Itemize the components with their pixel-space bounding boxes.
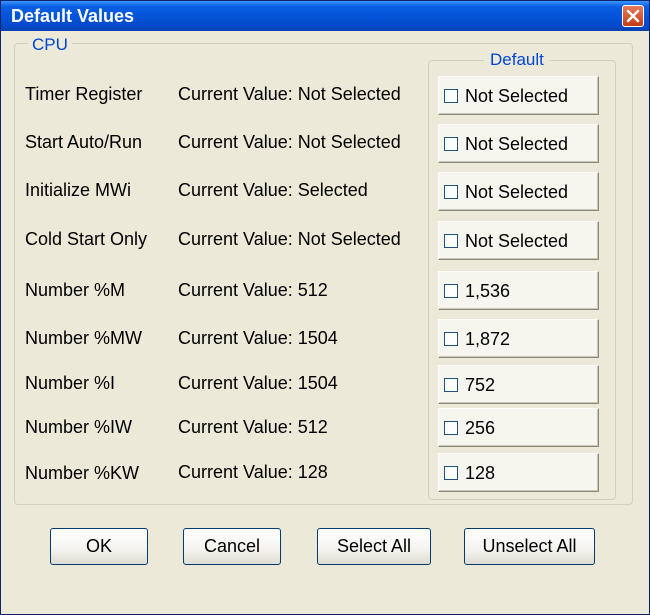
default-value: Not Selected: [465, 181, 569, 202]
default-value: 752: [465, 374, 496, 395]
row-label-timer-register: Timer Register: [25, 84, 143, 104]
cancel-button[interactable]: Cancel: [183, 528, 281, 565]
current-value-timer-register: Current Value: Not Selected: [178, 84, 401, 104]
checkbox-icon[interactable]: [444, 233, 458, 248]
row-label-number-iw: Number %IW: [25, 417, 133, 437]
current-value-number-i: Current Value: 1504: [178, 373, 338, 393]
current-value-number-m: Current Value: 512: [178, 280, 328, 300]
close-icon: [626, 9, 640, 23]
default-value: Not Selected: [465, 133, 569, 154]
default-toggle-number-mw[interactable]: 1,872: [438, 319, 599, 358]
default-toggle-number-m[interactable]: 1,536: [438, 271, 599, 310]
current-value-number-kw: Current Value: 128: [178, 462, 328, 482]
current-value-cold-start-only: Current Value: Not Selected: [178, 229, 401, 249]
default-value: 1,536: [465, 280, 511, 301]
default-toggle-cold-start-only[interactable]: Not Selected: [438, 221, 599, 260]
default-value: 128: [465, 462, 496, 483]
default-group-legend: Default: [484, 51, 550, 68]
checkbox-icon[interactable]: [444, 420, 458, 435]
default-value: 256: [465, 417, 496, 438]
ok-button[interactable]: OK: [50, 528, 148, 565]
current-value-number-mw: Current Value: 1504: [178, 328, 338, 348]
row-label-start-auto-run: Start Auto/Run: [25, 132, 143, 152]
checkbox-icon[interactable]: [444, 88, 458, 103]
current-value-number-iw: Current Value: 512: [178, 417, 328, 437]
checkbox-icon[interactable]: [444, 136, 458, 151]
row-label-number-mw: Number %MW: [25, 328, 143, 348]
default-toggle-start-auto-run[interactable]: Not Selected: [438, 124, 599, 163]
checkbox-icon[interactable]: [444, 184, 458, 199]
default-value: Not Selected: [465, 230, 569, 251]
default-toggle-number-i[interactable]: 752: [438, 365, 599, 404]
default-toggle-initialize-mwi[interactable]: Not Selected: [438, 172, 599, 211]
default-toggle-timer-register[interactable]: Not Selected: [438, 76, 599, 115]
checkbox-icon[interactable]: [444, 377, 458, 392]
close-button[interactable]: [622, 5, 644, 27]
default-toggle-number-iw[interactable]: 256: [438, 408, 599, 447]
checkbox-icon[interactable]: [444, 465, 458, 480]
window-title: Default Values: [11, 6, 135, 26]
row-label-number-m: Number %M: [25, 280, 126, 300]
default-toggle-number-kw[interactable]: 128: [438, 453, 599, 492]
default-value: Not Selected: [465, 85, 569, 106]
current-value-initialize-mwi: Current Value: Selected: [178, 180, 368, 200]
cpu-group-legend: CPU: [28, 36, 72, 53]
current-value-start-auto-run: Current Value: Not Selected: [178, 132, 401, 152]
unselect-all-button[interactable]: Unselect All: [464, 528, 595, 565]
select-all-button[interactable]: Select All: [317, 528, 431, 565]
row-label-number-kw: Number %KW: [25, 463, 140, 483]
row-label-cold-start-only: Cold Start Only: [25, 229, 148, 249]
checkbox-icon[interactable]: [444, 283, 458, 298]
row-label-number-i: Number %I: [25, 373, 116, 393]
row-label-initialize-mwi: Initialize MWi: [25, 180, 132, 200]
default-value: 1,872: [465, 328, 511, 349]
title-bar[interactable]: Default Values: [1, 1, 649, 31]
checkbox-icon[interactable]: [444, 331, 458, 346]
